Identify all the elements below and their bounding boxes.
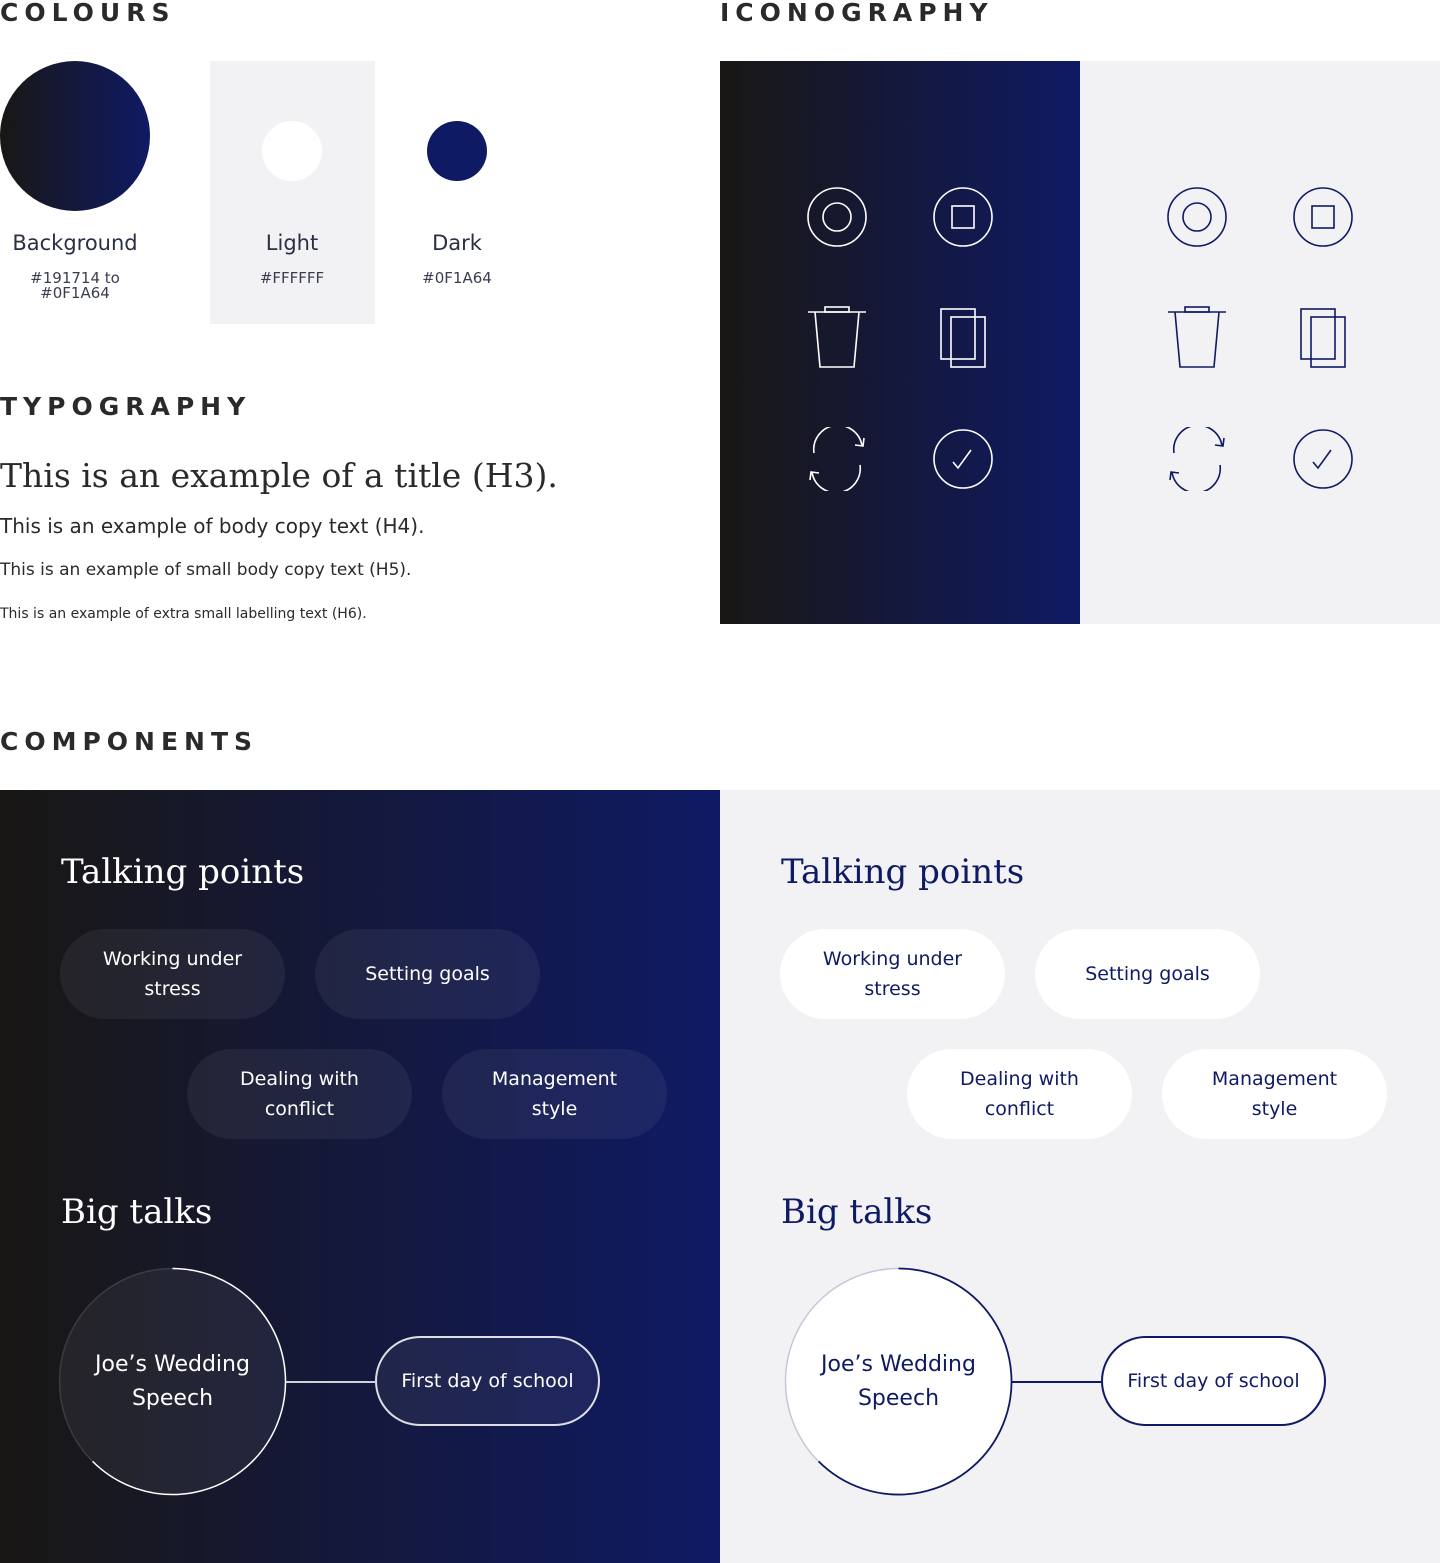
light-swatch-hex: #FFFFFF bbox=[259, 269, 325, 287]
linked-talk-pill[interactable]: First day of school bbox=[1101, 1336, 1326, 1426]
background-swatch bbox=[0, 61, 150, 211]
type-sample-h5: This is an example of small body copy te… bbox=[0, 560, 412, 580]
stop-icon bbox=[1291, 185, 1355, 249]
talking-point-pill[interactable]: Working under stress bbox=[60, 929, 285, 1019]
talking-point-pill[interactable]: Setting goals bbox=[315, 929, 540, 1019]
talking-points-title: Talking points bbox=[61, 852, 305, 892]
talking-point-pill[interactable]: Working under stress bbox=[780, 929, 1005, 1019]
refresh-icon bbox=[1165, 427, 1229, 491]
iconography-heading: ICONOGRAPHY bbox=[720, 0, 994, 27]
light-swatch bbox=[262, 121, 322, 181]
check-icon bbox=[931, 427, 995, 491]
type-sample-h4: This is an example of body copy text (H4… bbox=[0, 514, 425, 538]
dark-swatch-name: Dark bbox=[432, 231, 482, 255]
icon-panel-dark bbox=[720, 61, 1080, 624]
copy-icon bbox=[931, 306, 995, 370]
light-swatch-name: Light bbox=[265, 231, 319, 255]
refresh-icon bbox=[805, 427, 869, 491]
icon-panel-light bbox=[1080, 61, 1440, 624]
big-talks-title: Big talks bbox=[781, 1192, 933, 1232]
talking-points-title: Talking points bbox=[781, 852, 1025, 892]
talking-point-pill[interactable]: Dealing with conflict bbox=[187, 1049, 412, 1139]
type-sample-h6: This is an example of extra small labell… bbox=[0, 606, 367, 622]
copy-icon bbox=[1291, 306, 1355, 370]
linked-talk-pill[interactable]: First day of school bbox=[375, 1336, 600, 1426]
talk-connector bbox=[1011, 1381, 1101, 1383]
talking-point-pill[interactable]: Management style bbox=[1162, 1049, 1387, 1139]
trash-icon bbox=[805, 306, 869, 370]
progress-ring bbox=[58, 1267, 287, 1496]
typography-heading: TYPOGRAPHY bbox=[0, 392, 252, 421]
talking-point-pill[interactable]: Management style bbox=[442, 1049, 667, 1139]
record-icon bbox=[1165, 185, 1229, 249]
background-swatch-hex: #191714 to #0F1A64 bbox=[30, 269, 120, 302]
talk-connector bbox=[285, 1381, 375, 1383]
background-swatch-name: Background bbox=[12, 231, 138, 255]
progress-ring bbox=[784, 1267, 1013, 1496]
colours-heading: COLOURS bbox=[0, 0, 176, 27]
components-heading: COMPONENTS bbox=[0, 727, 259, 756]
talking-point-pill[interactable]: Setting goals bbox=[1035, 929, 1260, 1019]
trash-icon bbox=[1165, 306, 1229, 370]
check-icon bbox=[1291, 427, 1355, 491]
dark-swatch bbox=[427, 121, 487, 181]
stop-icon bbox=[931, 185, 995, 249]
record-icon bbox=[805, 185, 869, 249]
big-talks-title: Big talks bbox=[61, 1192, 213, 1232]
talking-point-pill[interactable]: Dealing with conflict bbox=[907, 1049, 1132, 1139]
type-sample-h3: This is an example of a title (H3). bbox=[0, 456, 558, 495]
dark-swatch-hex: #0F1A64 bbox=[422, 269, 492, 287]
